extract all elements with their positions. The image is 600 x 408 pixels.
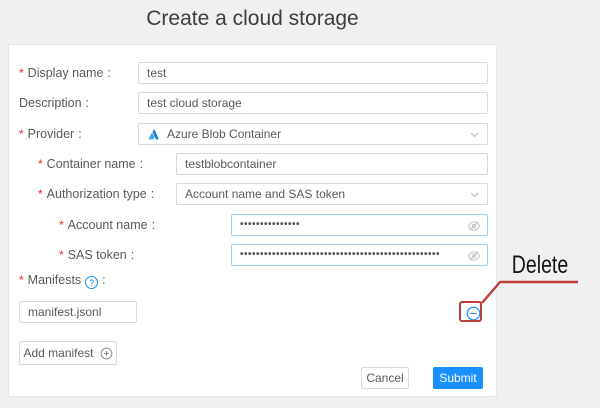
required-asterisk: * <box>19 127 24 141</box>
help-icon[interactable]: ? <box>85 276 98 289</box>
description-row: Description: <box>9 92 498 114</box>
display-name-input[interactable] <box>138 62 488 84</box>
chevron-down-icon <box>470 192 479 198</box>
display-name-row: *Display name: <box>9 62 498 84</box>
required-asterisk: * <box>19 66 24 80</box>
provider-row: *Provider: Azure Blob Container <box>9 123 498 145</box>
required-asterisk: * <box>38 157 43 171</box>
plus-circle-icon <box>100 347 113 360</box>
provider-value: Azure Blob Container <box>167 127 281 141</box>
chevron-down-icon <box>470 132 479 138</box>
manifests-label-row: *Manifests?: <box>9 269 498 291</box>
manifests-label: *Manifests?: <box>19 269 106 291</box>
authorization-type-row: *Authorization type: Account name and SA… <box>9 183 498 205</box>
account-name-label: *Account name: <box>59 214 155 236</box>
required-asterisk: * <box>38 187 43 201</box>
container-name-row: *Container name: <box>9 153 498 175</box>
account-name-row: *Account name: ••••••••••••••• <box>9 214 498 236</box>
azure-icon <box>147 128 160 141</box>
provider-select[interactable]: Azure Blob Container <box>138 123 488 145</box>
authorization-type-select[interactable]: Account name and SAS token <box>176 183 488 205</box>
container-name-label: *Container name: <box>38 153 143 175</box>
description-label: Description: <box>19 92 89 114</box>
eye-invisible-icon[interactable] <box>467 219 481 233</box>
required-asterisk: * <box>59 218 64 232</box>
add-manifest-label: Add manifest <box>23 346 93 360</box>
manifest-item-input[interactable] <box>19 301 137 323</box>
sas-token-label: *SAS token: <box>59 244 134 266</box>
description-input[interactable] <box>138 92 488 114</box>
submit-button[interactable]: Submit <box>433 367 483 389</box>
container-name-input[interactable] <box>176 153 488 175</box>
page-title: Create a cloud storage <box>8 7 497 31</box>
required-asterisk: * <box>59 248 64 262</box>
provider-label: *Provider: <box>19 123 82 145</box>
display-name-label: *Display name: <box>19 62 111 84</box>
required-asterisk: * <box>19 273 24 287</box>
add-manifest-button[interactable]: Add manifest <box>19 341 117 365</box>
authorization-type-value: Account name and SAS token <box>185 187 345 201</box>
masked-password-value: ••••••••••••••••••••••••••••••••••••••••… <box>240 244 440 266</box>
account-name-input[interactable]: ••••••••••••••• <box>231 214 488 236</box>
sas-token-row: *SAS token: ••••••••••••••••••••••••••••… <box>9 244 498 266</box>
masked-password-value: ••••••••••••••• <box>240 214 300 236</box>
cancel-button[interactable]: Cancel <box>361 367 409 389</box>
form-panel: *Display name: Description: *Provider: A… <box>8 44 497 397</box>
create-cloud-storage-page: Create a cloud storage *Display name: De… <box>0 0 600 408</box>
authorization-type-label: *Authorization type: <box>38 183 154 205</box>
annotation-delete-label: Delete <box>507 250 573 280</box>
